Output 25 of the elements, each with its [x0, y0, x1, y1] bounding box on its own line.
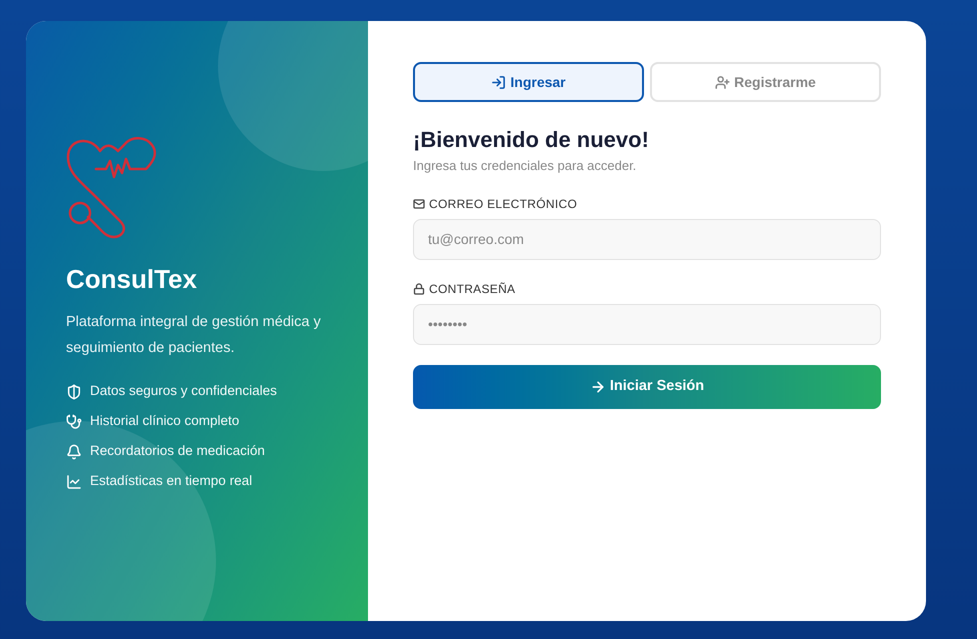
tab[interactable]: Ingresar	[413, 62, 644, 102]
heart-stethoscope-icon	[66, 137, 158, 239]
submit-button[interactable]: Iniciar Sesión	[413, 364, 881, 408]
line-chart-icon	[66, 474, 82, 490]
mail-icon	[413, 198, 425, 210]
arrow-right-icon	[590, 378, 606, 394]
form-title: ¡Bienvenido de nuevo!	[413, 126, 650, 154]
brand-tagline: Plataforma integral de gestión médica y seguimiento de pacientes.	[66, 313, 322, 358]
brand-name: ConsulTex	[66, 263, 198, 295]
input-field[interactable]: ••••••••	[413, 304, 881, 344]
feature-text: Estadísticas en tiempo real	[90, 472, 252, 490]
field-label: CORREO ELECTRÓNICO	[429, 196, 578, 212]
bell-icon	[66, 444, 82, 460]
feature-text: Recordatorios de medicación	[90, 442, 265, 460]
form-subtitle: Ingresa tus credenciales para acceder.	[413, 157, 638, 175]
sign-in-icon	[491, 74, 506, 90]
field-label: CONTRASEÑA	[429, 280, 516, 298]
tab[interactable]: Registrarme	[650, 62, 881, 102]
lock-icon	[413, 282, 425, 294]
user-plus-icon	[715, 74, 730, 90]
feature-text: Historial clínico completo	[90, 412, 240, 430]
feature-text: Datos seguros y confidenciales	[90, 382, 277, 400]
input-field[interactable]: tu@correo.com	[413, 218, 881, 260]
stethoscope-icon	[66, 414, 82, 430]
shield-icon	[66, 384, 82, 400]
